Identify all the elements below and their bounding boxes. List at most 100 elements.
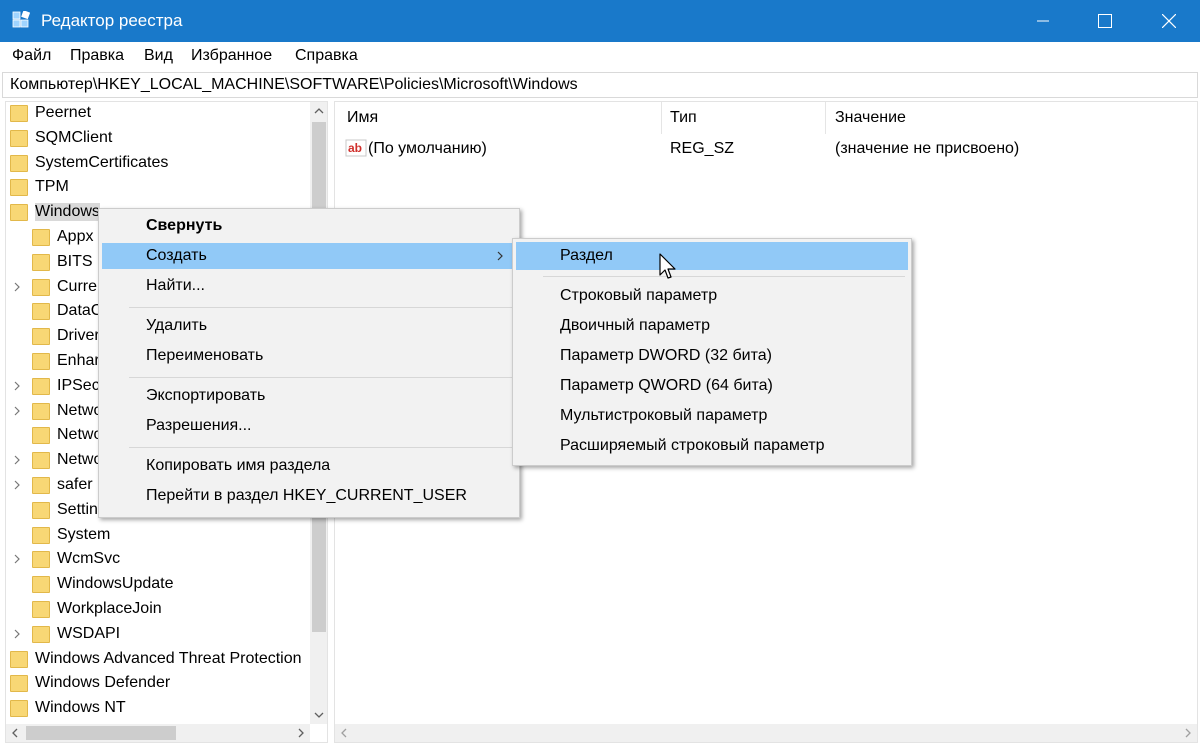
chevron-left-icon [12, 728, 18, 738]
menu-edit[interactable]: Правка [70, 47, 124, 65]
scroll-right-button[interactable] [1179, 724, 1197, 742]
menu-item-delete[interactable]: Удалить [102, 313, 516, 339]
folder-open-icon [10, 204, 28, 221]
chevron-right-icon[interactable] [12, 479, 22, 491]
column-separator[interactable] [825, 102, 826, 134]
submenu-item-key[interactable]: Раздел [516, 242, 908, 270]
address-bar[interactable]: Компьютер\HKEY_LOCAL_MACHINE\SOFTWARE\Po… [2, 72, 1198, 98]
tree-item-label: Appx [57, 228, 94, 245]
tree-item-label: Windows Advanced Threat Protection [35, 650, 302, 667]
chevron-down-icon [314, 712, 324, 718]
submenu-item-dword-value[interactable]: Параметр DWORD (32 бита) [516, 342, 908, 370]
menu-item-label: Удалить [146, 317, 208, 334]
menu-item-label: Экспортировать [146, 387, 266, 404]
menu-item-label: Строковый параметр [560, 287, 718, 304]
folder-icon [32, 403, 50, 420]
scroll-left-button[interactable] [335, 724, 353, 742]
folder-icon [32, 527, 50, 544]
close-button[interactable] [1138, 0, 1200, 42]
menu-separator [543, 276, 905, 277]
menu-item-label: Перейти в раздел HKEY_CURRENT_USER [146, 487, 467, 504]
menu-help[interactable]: Справка [295, 47, 358, 65]
menu-item-label: Двоичный параметр [560, 317, 710, 334]
tree-item-label: Windows [35, 203, 100, 221]
submenu-item-binary-value[interactable]: Двоичный параметр [516, 312, 908, 340]
mouse-pointer-icon [659, 253, 676, 279]
submenu-item-string-value[interactable]: Строковый параметр [516, 282, 908, 310]
folder-icon [32, 303, 50, 320]
folder-icon [10, 675, 28, 692]
submenu-item-expandable-string-value[interactable]: Расширяемый строковый параметр [516, 432, 908, 460]
column-header-type[interactable]: Тип [670, 109, 697, 127]
context-menu: Свернуть Создать Найти... Удалить Переим… [98, 208, 520, 518]
menu-item-find[interactable]: Найти... [102, 273, 516, 299]
menu-item-label: Параметр QWORD (64 бита) [560, 377, 773, 394]
menu-item-permissions[interactable]: Разрешения... [102, 413, 516, 439]
title-bar: Редактор реестра [0, 0, 1200, 42]
close-icon [1162, 14, 1176, 28]
tree-item-label: Netwo [57, 426, 103, 443]
scroll-down-button[interactable] [310, 706, 327, 724]
menu-item-collapse[interactable]: Свернуть [102, 213, 516, 239]
menu-item-go-to-hkcu[interactable]: Перейти в раздел HKEY_CURRENT_USER [102, 483, 516, 509]
folder-icon [10, 105, 28, 122]
chevron-right-icon[interactable] [12, 380, 22, 392]
submenu-item-qword-value[interactable]: Параметр QWORD (64 бита) [516, 372, 908, 400]
minimize-button[interactable] [1012, 0, 1074, 42]
tree-item-label: Windows NT [35, 699, 126, 716]
column-separator[interactable] [661, 102, 662, 134]
menu-item-rename[interactable]: Переименовать [102, 343, 516, 369]
tree-item-label: Windows Defender [35, 674, 171, 691]
maximize-button[interactable] [1074, 0, 1136, 42]
string-value-icon: ab [345, 139, 367, 157]
window-title: Редактор реестра [41, 11, 183, 30]
tree-horizontal-scrollbar[interactable] [6, 724, 310, 742]
chevron-right-icon[interactable] [12, 454, 22, 466]
chevron-right-icon[interactable] [12, 628, 22, 640]
menu-separator [129, 447, 513, 448]
tree-item-label: SQMClient [35, 129, 113, 146]
tree-item-label: WcmSvc [57, 550, 121, 567]
new-submenu: Раздел Строковый параметр Двоичный парам… [512, 238, 912, 466]
minimize-icon [1037, 20, 1049, 22]
tree-item-label: safer [57, 476, 93, 493]
tree-item-label: WindowsUpdate [57, 575, 174, 592]
chevron-right-icon[interactable] [12, 405, 22, 417]
tree-item-label: Driver [57, 327, 100, 344]
menu-separator [129, 307, 513, 308]
column-header-value[interactable]: Значение [835, 109, 906, 127]
address-path[interactable]: Компьютер\HKEY_LOCAL_MACHINE\SOFTWARE\Po… [10, 76, 578, 94]
column-header-name[interactable]: Имя [347, 109, 378, 127]
folder-icon [10, 130, 28, 147]
folder-icon [32, 502, 50, 519]
folder-icon [32, 378, 50, 395]
values-horizontal-scrollbar[interactable] [335, 724, 1197, 742]
submenu-item-multi-string-value[interactable]: Мультистроковый параметр [516, 402, 908, 430]
tree-item-label: WSDAPI [57, 625, 121, 642]
folder-icon [32, 229, 50, 246]
tree-item-label: System [57, 526, 111, 543]
menu-file[interactable]: Файл [12, 47, 51, 65]
scroll-up-button[interactable] [310, 102, 327, 120]
menu-item-export[interactable]: Экспортировать [102, 383, 516, 409]
maximize-icon [1098, 14, 1112, 28]
menu-item-label: Копировать имя раздела [146, 457, 331, 474]
menu-favorites[interactable]: Избранное [191, 47, 272, 65]
tree-item-label: Peernet [35, 104, 92, 121]
menu-item-new[interactable]: Создать [102, 243, 516, 269]
menu-item-label: Разрешения... [146, 417, 252, 434]
chevron-right-icon[interactable] [12, 553, 22, 565]
folder-icon [10, 155, 28, 172]
menu-item-label: Свернуть [146, 217, 223, 234]
scroll-left-button[interactable] [6, 724, 24, 742]
folder-icon [10, 179, 28, 196]
menu-view[interactable]: Вид [144, 47, 173, 65]
scroll-thumb[interactable] [26, 726, 176, 740]
menu-item-label: Параметр DWORD (32 бита) [560, 347, 772, 364]
folder-icon [32, 328, 50, 345]
tree-item-label: Netwo [57, 402, 103, 419]
scroll-right-button[interactable] [292, 724, 310, 742]
folder-icon [32, 254, 50, 271]
chevron-right-icon[interactable] [12, 281, 22, 293]
menu-item-copy-key-name[interactable]: Копировать имя раздела [102, 453, 516, 479]
